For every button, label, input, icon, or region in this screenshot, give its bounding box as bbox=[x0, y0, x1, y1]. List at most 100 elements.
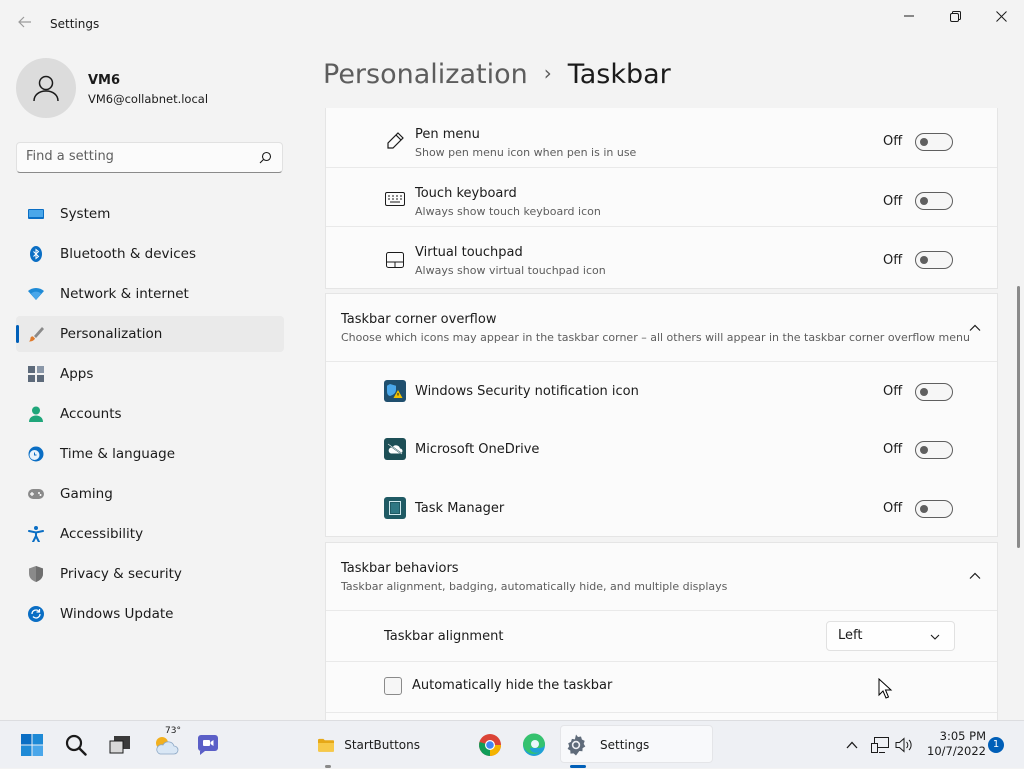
sidebar-item-label: Personalization bbox=[60, 326, 163, 342]
task-manager-icon bbox=[384, 497, 406, 519]
title-bar: Settings bbox=[0, 0, 1024, 46]
sidebar-item-accessibility[interactable]: Accessibility bbox=[16, 516, 284, 552]
start-button[interactable] bbox=[14, 721, 50, 769]
pen-menu-row: Pen menu Show pen menu icon when pen is … bbox=[326, 108, 997, 167]
user-name: VM6 bbox=[88, 73, 121, 88]
edge-button[interactable] bbox=[516, 721, 552, 769]
chevron-up-icon[interactable] bbox=[968, 569, 982, 583]
settings-taskbar-item[interactable]: Settings bbox=[564, 721, 704, 769]
windows-security-toggle[interactable] bbox=[915, 383, 953, 401]
chevron-right-icon: › bbox=[543, 61, 552, 85]
sidebar-item-windows-update[interactable]: Windows Update bbox=[16, 596, 284, 632]
task-manager-toggle[interactable] bbox=[915, 500, 953, 518]
gamepad-icon bbox=[28, 486, 44, 502]
breadcrumb-parent[interactable]: Personalization bbox=[323, 59, 528, 90]
section-title: Taskbar behaviors bbox=[341, 561, 459, 576]
toggle-knob bbox=[920, 505, 928, 513]
person-icon bbox=[28, 406, 44, 422]
taskbar-corner-icons-panel: Pen menu Show pen menu icon when pen is … bbox=[325, 108, 998, 289]
person-icon bbox=[33, 75, 59, 102]
accessibility-icon bbox=[28, 526, 44, 542]
touch-keyboard-toggle[interactable] bbox=[915, 192, 953, 210]
weather-temperature: 73° bbox=[165, 726, 181, 736]
taskbar-item-label: StartButtons bbox=[344, 738, 420, 752]
mouse-cursor-icon bbox=[878, 678, 893, 699]
minimize-button[interactable] bbox=[886, 0, 932, 32]
task-view-icon bbox=[109, 736, 130, 754]
taskbar-alignment-row: Taskbar alignment Left bbox=[326, 610, 997, 662]
sidebar-item-apps[interactable]: Apps bbox=[16, 356, 284, 392]
onedrive-toggle[interactable] bbox=[915, 441, 953, 459]
breadcrumb: Personalization › Taskbar bbox=[323, 58, 671, 93]
autohide-row: Automatically hide the taskbar bbox=[326, 661, 997, 713]
taskbar-alignment-dropdown[interactable]: Left bbox=[826, 621, 955, 651]
settings-window: Settings VM6 VM6@collabnet.local System … bbox=[0, 0, 1024, 720]
sidebar-item-privacy[interactable]: Privacy & security bbox=[16, 556, 284, 592]
onedrive-icon bbox=[384, 438, 406, 460]
clock-date: 10/7/2022 bbox=[927, 744, 986, 758]
network-tray-icon[interactable] bbox=[868, 721, 892, 769]
avatar[interactable] bbox=[16, 58, 76, 118]
overflow-header[interactable]: Taskbar corner overflow Choose which ico… bbox=[326, 294, 997, 361]
taskbar-clock[interactable]: 3:05 PM 10/7/2022 bbox=[916, 729, 986, 759]
show-hidden-icons-button[interactable] bbox=[840, 721, 864, 769]
page-title: Taskbar bbox=[567, 59, 671, 90]
sidebar-item-label: Apps bbox=[60, 366, 94, 382]
taskbar-behaviors-panel: Taskbar behaviors Taskbar alignment, bad… bbox=[325, 542, 998, 720]
overflow-task-manager-row: Task Manager Off bbox=[326, 479, 997, 536]
toggle-knob bbox=[920, 388, 928, 396]
taskbar-search-button[interactable] bbox=[58, 721, 94, 769]
file-explorer-button[interactable]: StartButtons bbox=[316, 721, 420, 769]
virtual-touchpad-row: Virtual touchpad Always show virtual tou… bbox=[326, 226, 997, 289]
search-box[interactable] bbox=[16, 142, 283, 173]
teams-chat-icon bbox=[198, 735, 218, 755]
volume-tray-icon[interactable] bbox=[892, 721, 916, 769]
behaviors-header[interactable]: Taskbar behaviors Taskbar alignment, bad… bbox=[326, 543, 997, 610]
sidebar-item-gaming[interactable]: Gaming bbox=[16, 476, 284, 512]
toggle-knob bbox=[920, 138, 928, 146]
chevron-up-icon bbox=[846, 741, 858, 749]
toggle-state: Off bbox=[883, 134, 903, 149]
row-subtitle: Show pen menu icon when pen is in use bbox=[415, 146, 637, 159]
monitor-icon bbox=[28, 206, 44, 222]
toggle-state: Off bbox=[883, 501, 903, 516]
row-subtitle: Always show touch keyboard icon bbox=[415, 205, 601, 218]
overflow-windows-security-row: Windows Security notification icon Off bbox=[326, 361, 997, 421]
toggle-state: Off bbox=[883, 442, 903, 457]
close-button[interactable] bbox=[978, 0, 1024, 32]
windows-logo-icon bbox=[21, 734, 43, 756]
speaker-icon bbox=[895, 737, 912, 753]
minimize-icon bbox=[904, 15, 914, 17]
sidebar-item-time-language[interactable]: Time & language bbox=[16, 436, 284, 472]
chevron-up-icon[interactable] bbox=[968, 321, 982, 335]
task-view-button[interactable] bbox=[102, 721, 138, 769]
restore-button[interactable] bbox=[932, 0, 978, 32]
pen-menu-toggle[interactable] bbox=[915, 133, 953, 151]
sidebar-item-label: System bbox=[60, 206, 111, 222]
sidebar-item-system[interactable]: System bbox=[16, 196, 284, 232]
sidebar-item-label: Accounts bbox=[60, 406, 122, 422]
taskbar-item-label: Settings bbox=[600, 738, 650, 752]
autohide-checkbox[interactable] bbox=[384, 677, 402, 695]
toggle-knob bbox=[920, 446, 928, 454]
back-button[interactable] bbox=[13, 12, 37, 36]
notification-badge[interactable]: 1 bbox=[988, 737, 1004, 753]
sidebar-item-personalization[interactable]: Personalization bbox=[16, 316, 284, 352]
sidebar-item-accounts[interactable]: Accounts bbox=[16, 396, 284, 432]
search-icon[interactable] bbox=[259, 151, 272, 164]
chrome-button[interactable] bbox=[472, 721, 508, 769]
paintbrush-icon bbox=[28, 326, 44, 342]
sidebar-item-bluetooth[interactable]: Bluetooth & devices bbox=[16, 236, 284, 272]
scrollbar-thumb[interactable] bbox=[1017, 286, 1020, 548]
app-title: Settings bbox=[50, 17, 100, 31]
sidebar-item-label: Windows Update bbox=[60, 606, 174, 622]
chat-button[interactable] bbox=[190, 721, 226, 769]
dropdown-value: Left bbox=[838, 628, 863, 643]
chevron-down-icon bbox=[930, 634, 940, 640]
sidebar-item-label: Accessibility bbox=[60, 526, 144, 542]
search-input[interactable] bbox=[26, 149, 251, 164]
sidebar-item-network[interactable]: Network & internet bbox=[16, 276, 284, 312]
network-wired-icon bbox=[871, 737, 889, 753]
row-title: Taskbar alignment bbox=[384, 629, 504, 644]
virtual-touchpad-toggle[interactable] bbox=[915, 251, 953, 269]
